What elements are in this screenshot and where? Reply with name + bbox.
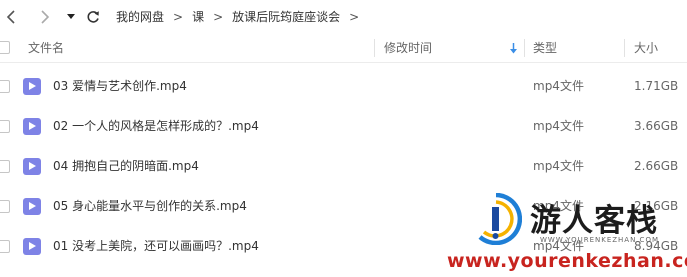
row-checkbox[interactable] xyxy=(0,200,10,213)
watermark-logo-icon xyxy=(478,193,522,245)
row-checkbox[interactable] xyxy=(0,160,10,173)
file-row[interactable]: 02 一个人的风格是怎样形成的？.mp4 mp4文件 3.66GB xyxy=(0,106,687,146)
file-type: mp4文件 xyxy=(533,79,584,93)
file-name[interactable]: 04 拥抱自己的阴暗面.mp4 xyxy=(53,146,199,186)
sort-down-icon[interactable] xyxy=(509,43,518,54)
file-size: 2.66GB xyxy=(634,159,679,173)
file-row[interactable]: 04 拥抱自己的阴暗面.mp4 mp4文件 2.66GB xyxy=(0,146,687,186)
watermark-title: 游人客栈 xyxy=(530,203,658,239)
video-file-icon xyxy=(23,78,41,95)
file-name[interactable]: 02 一个人的风格是怎样形成的？.mp4 xyxy=(53,106,259,146)
watermark-subtitle: WWW.YOURENKEZHAN.COM xyxy=(540,236,659,244)
breadcrumb-item-root[interactable]: 我的网盘 xyxy=(116,8,164,25)
row-checkbox[interactable] xyxy=(0,80,10,93)
column-divider[interactable] xyxy=(624,39,625,57)
breadcrumb-separator-icon: > xyxy=(173,9,184,24)
watermark-url: www.yourenkezhan.com xyxy=(447,250,687,272)
column-divider[interactable] xyxy=(374,39,375,57)
video-file-icon xyxy=(23,158,41,175)
forward-icon xyxy=(41,9,50,24)
breadcrumb-item-course[interactable]: 课 xyxy=(192,8,204,25)
column-header-type[interactable]: 类型 xyxy=(533,33,557,63)
dropdown-icon xyxy=(67,13,75,19)
breadcrumb-separator-icon: > xyxy=(213,9,224,24)
forward-button[interactable] xyxy=(34,6,56,28)
refresh-button[interactable] xyxy=(82,6,104,28)
column-header-name[interactable]: 文件名 xyxy=(28,33,64,63)
history-dropdown-button[interactable] xyxy=(60,6,82,28)
file-name[interactable]: 03 爱情与艺术创作.mp4 xyxy=(53,66,187,106)
select-all-checkbox[interactable] xyxy=(0,41,10,54)
back-button[interactable] xyxy=(0,6,22,28)
file-size: 1.71GB xyxy=(634,79,679,93)
column-divider[interactable] xyxy=(524,39,525,57)
breadcrumb: 我的网盘 > 课 > 放课后阮筠庭座谈会 > xyxy=(116,8,368,25)
row-checkbox[interactable] xyxy=(0,240,10,253)
row-checkbox[interactable] xyxy=(0,120,10,133)
file-type: mp4文件 xyxy=(533,159,584,173)
video-file-icon xyxy=(23,198,41,215)
refresh-icon xyxy=(87,10,99,23)
column-header-size[interactable]: 大小 xyxy=(634,33,658,63)
file-row[interactable]: 03 爱情与艺术创作.mp4 mp4文件 1.71GB xyxy=(0,66,687,106)
file-name[interactable]: 01 没考上美院，还可以画画吗？.mp4 xyxy=(53,226,259,266)
back-icon xyxy=(6,9,15,24)
file-list-header: 文件名 修改时间 类型 大小 xyxy=(0,33,687,63)
file-type: mp4文件 xyxy=(533,119,584,133)
breadcrumb-item-current[interactable]: 放课后阮筠庭座谈会 xyxy=(232,8,340,25)
breadcrumb-separator-icon: > xyxy=(349,9,360,24)
nav-bar: 我的网盘 > 课 > 放课后阮筠庭座谈会 > xyxy=(0,0,687,33)
video-file-icon xyxy=(23,238,41,255)
column-header-modified[interactable]: 修改时间 xyxy=(384,33,432,63)
file-size: 3.66GB xyxy=(634,119,679,133)
video-file-icon xyxy=(23,118,41,135)
file-name[interactable]: 05 身心能量水平与创作的关系.mp4 xyxy=(53,186,247,226)
